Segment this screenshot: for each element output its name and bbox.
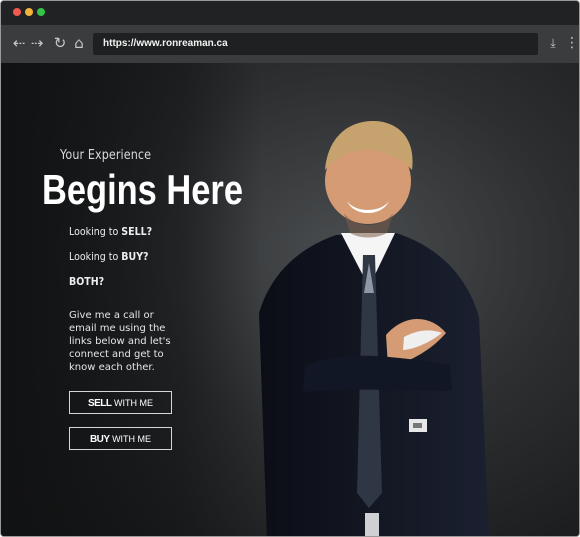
maximize-window-dot[interactable] (37, 8, 45, 16)
back-arrow-icon[interactable]: ⇠ (11, 34, 27, 52)
menu-icon[interactable]: ⋮ (564, 34, 579, 52)
button-strong-text: SELL (87, 398, 112, 409)
hero-subtitle: Your Experience (60, 148, 152, 163)
home-icon[interactable]: ⌂ (71, 34, 87, 52)
reload-icon[interactable]: ↻ (52, 34, 68, 52)
question-prefix: Looking to (69, 250, 122, 263)
forward-arrow-icon[interactable]: ⇢ (29, 34, 45, 52)
question-highlight: SELL? (121, 225, 153, 238)
hero-section: Your Experience Begins Here Looking to S… (1, 63, 579, 536)
buy-with-me-button[interactable]: BUY WITH ME (69, 427, 172, 450)
button-rest-text: WITH ME (111, 398, 154, 408)
download-icon[interactable]: ⤓ (545, 34, 561, 52)
question-prefix: Looking to (69, 225, 122, 238)
address-bar[interactable]: https://www.ronreaman.ca (93, 33, 538, 55)
browser-window: ⇠ ⇢ ↻ ⌂ https://www.ronreaman.ca ⤓ ⋮ You… (0, 0, 580, 537)
button-strong-text: BUY (89, 434, 110, 445)
question-both: BOTH? (69, 275, 104, 289)
question-highlight: BOTH? (69, 275, 105, 288)
question-buy: Looking to BUY? (69, 250, 149, 264)
close-window-dot[interactable] (13, 8, 21, 16)
titlebar (1, 1, 579, 25)
minimize-window-dot[interactable] (25, 8, 33, 16)
hero-title: Begins Here (42, 166, 243, 213)
question-highlight: BUY? (121, 250, 149, 263)
portrait-image (259, 120, 489, 536)
hero-left-shade (1, 63, 261, 536)
button-rest-text: WITH ME (109, 434, 152, 444)
url-text: https://www.ronreaman.ca (103, 38, 228, 49)
hero-description: Give me a call or email me using the lin… (69, 310, 171, 373)
browser-toolbar: ⇠ ⇢ ↻ ⌂ https://www.ronreaman.ca ⤓ ⋮ (1, 25, 579, 63)
question-sell: Looking to SELL? (69, 225, 152, 239)
sell-with-me-button[interactable]: SELL WITH ME (69, 391, 172, 414)
